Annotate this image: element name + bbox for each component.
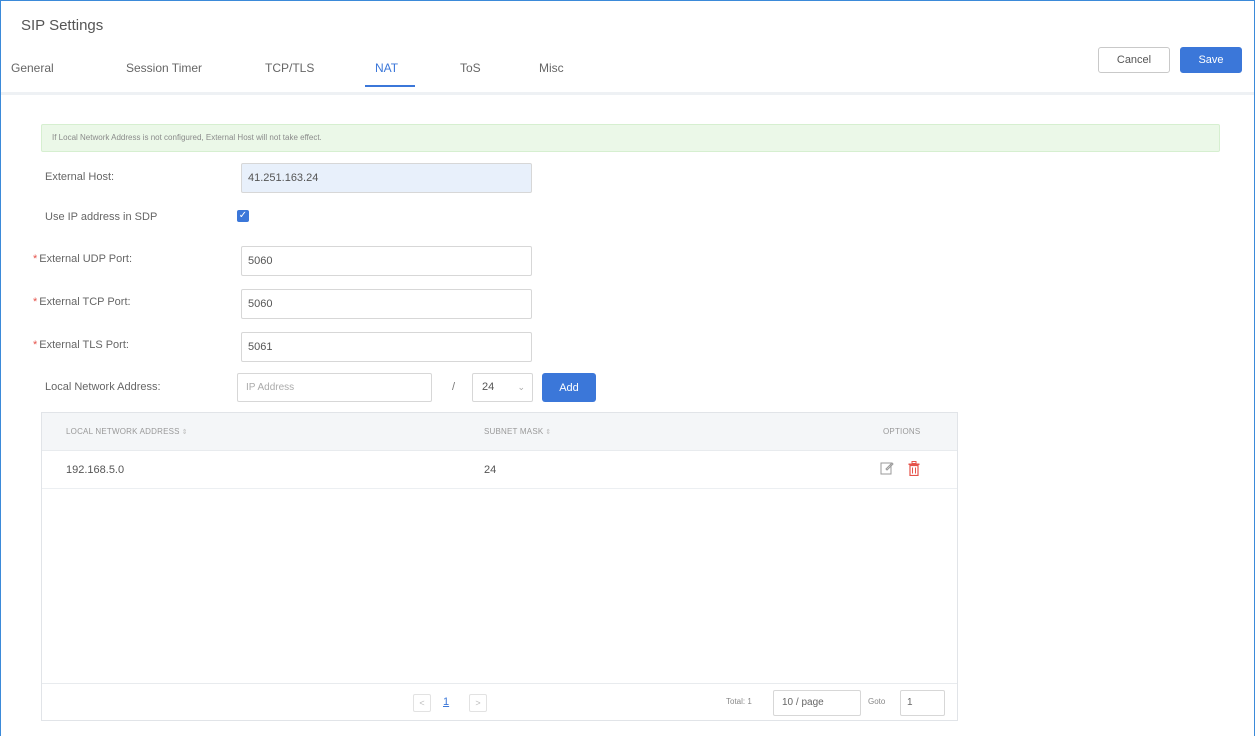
save-button[interactable]: Save [1180, 47, 1242, 73]
external-host-label: External Host: [45, 171, 115, 183]
cancel-button[interactable]: Cancel [1098, 47, 1170, 73]
sort-icon: ⇕ [545, 429, 552, 436]
table-row: 192.168.5.0 24 [42, 451, 957, 489]
local-network-label: Local Network Address: [45, 381, 161, 393]
add-button[interactable]: Add [542, 373, 596, 402]
info-notice: If Local Network Address is not configur… [41, 124, 1220, 152]
column-header-address-text: LOCAL NETWORK ADDRESS [66, 427, 180, 436]
udp-port-input[interactable]: 5060 [241, 246, 532, 276]
tls-port-label: * External TLS Port: [33, 339, 129, 351]
cell-address: 192.168.5.0 [66, 464, 125, 476]
required-mark: * [33, 253, 38, 265]
tab-session-timer[interactable]: Session Timer [126, 61, 202, 75]
mask-separator: / [452, 381, 456, 393]
sort-icon: ⇕ [181, 429, 188, 436]
tab-tos[interactable]: ToS [460, 61, 481, 75]
use-ip-sdp-checkbox[interactable]: ✓ [237, 210, 249, 222]
udp-port-label-text: External UDP Port: [39, 253, 133, 265]
required-mark: * [33, 339, 38, 351]
ip-address-input[interactable]: IP Address [237, 373, 432, 402]
tcp-port-label-text: External TCP Port: [39, 296, 131, 308]
tab-misc[interactable]: Misc [539, 61, 564, 75]
column-header-options: OPTIONS [883, 427, 921, 436]
column-header-mask-text: SUBNET MASK [484, 427, 544, 436]
required-mark: * [33, 296, 38, 308]
column-header-address[interactable]: LOCAL NETWORK ADDRESS ⇕ [66, 427, 188, 436]
local-network-table: LOCAL NETWORK ADDRESS ⇕ SUBNET MASK ⇕ OPTI… [41, 412, 958, 721]
page-size-select[interactable]: 10 / page [773, 690, 861, 716]
subnet-mask-select[interactable]: 24 ⌄ [472, 373, 533, 402]
column-header-mask[interactable]: SUBNET MASK ⇕ [484, 427, 551, 436]
tab-general[interactable]: General [11, 61, 54, 75]
goto-label: Goto [868, 697, 886, 706]
pagination-bar: < 1 > Total: 1 10 / page Goto 1 [42, 683, 957, 721]
external-host-input[interactable]: 41.251.163.24 [241, 163, 532, 193]
tls-port-input[interactable]: 5061 [241, 332, 532, 362]
table-header: LOCAL NETWORK ADDRESS ⇕ SUBNET MASK ⇕ OPTI… [42, 413, 957, 451]
trash-icon[interactable] [908, 461, 920, 476]
tab-tcp-tls[interactable]: TCP/TLS [265, 61, 314, 75]
check-icon: ✓ [238, 210, 248, 221]
total-count: Total: 1 [726, 697, 752, 706]
page-title: SIP Settings [21, 17, 104, 34]
use-ip-sdp-label: Use IP address in SDP [45, 211, 158, 223]
tab-nat[interactable]: NAT [375, 61, 398, 75]
cell-mask: 24 [484, 464, 497, 476]
tcp-port-input[interactable]: 5060 [241, 289, 532, 319]
sip-settings-panel: SIP Settings General Session Timer TCP/T… [0, 0, 1255, 736]
subnet-mask-value: 24 [482, 381, 495, 393]
chevron-down-icon: ⌄ [517, 382, 525, 392]
udp-port-label: * External UDP Port: [33, 253, 132, 265]
page-number-link[interactable]: 1 [443, 696, 449, 708]
edit-icon[interactable] [880, 461, 894, 475]
next-page-button[interactable]: > [469, 694, 487, 712]
prev-page-button[interactable]: < [413, 694, 431, 712]
tls-port-label-text: External TLS Port: [39, 339, 129, 351]
header-divider [1, 92, 1254, 95]
tcp-port-label: * External TCP Port: [33, 296, 131, 308]
goto-page-input[interactable]: 1 [900, 690, 945, 716]
tab-bar: General Session Timer TCP/TLS NAT ToS Mi… [1, 53, 1081, 93]
active-tab-indicator [365, 85, 415, 87]
